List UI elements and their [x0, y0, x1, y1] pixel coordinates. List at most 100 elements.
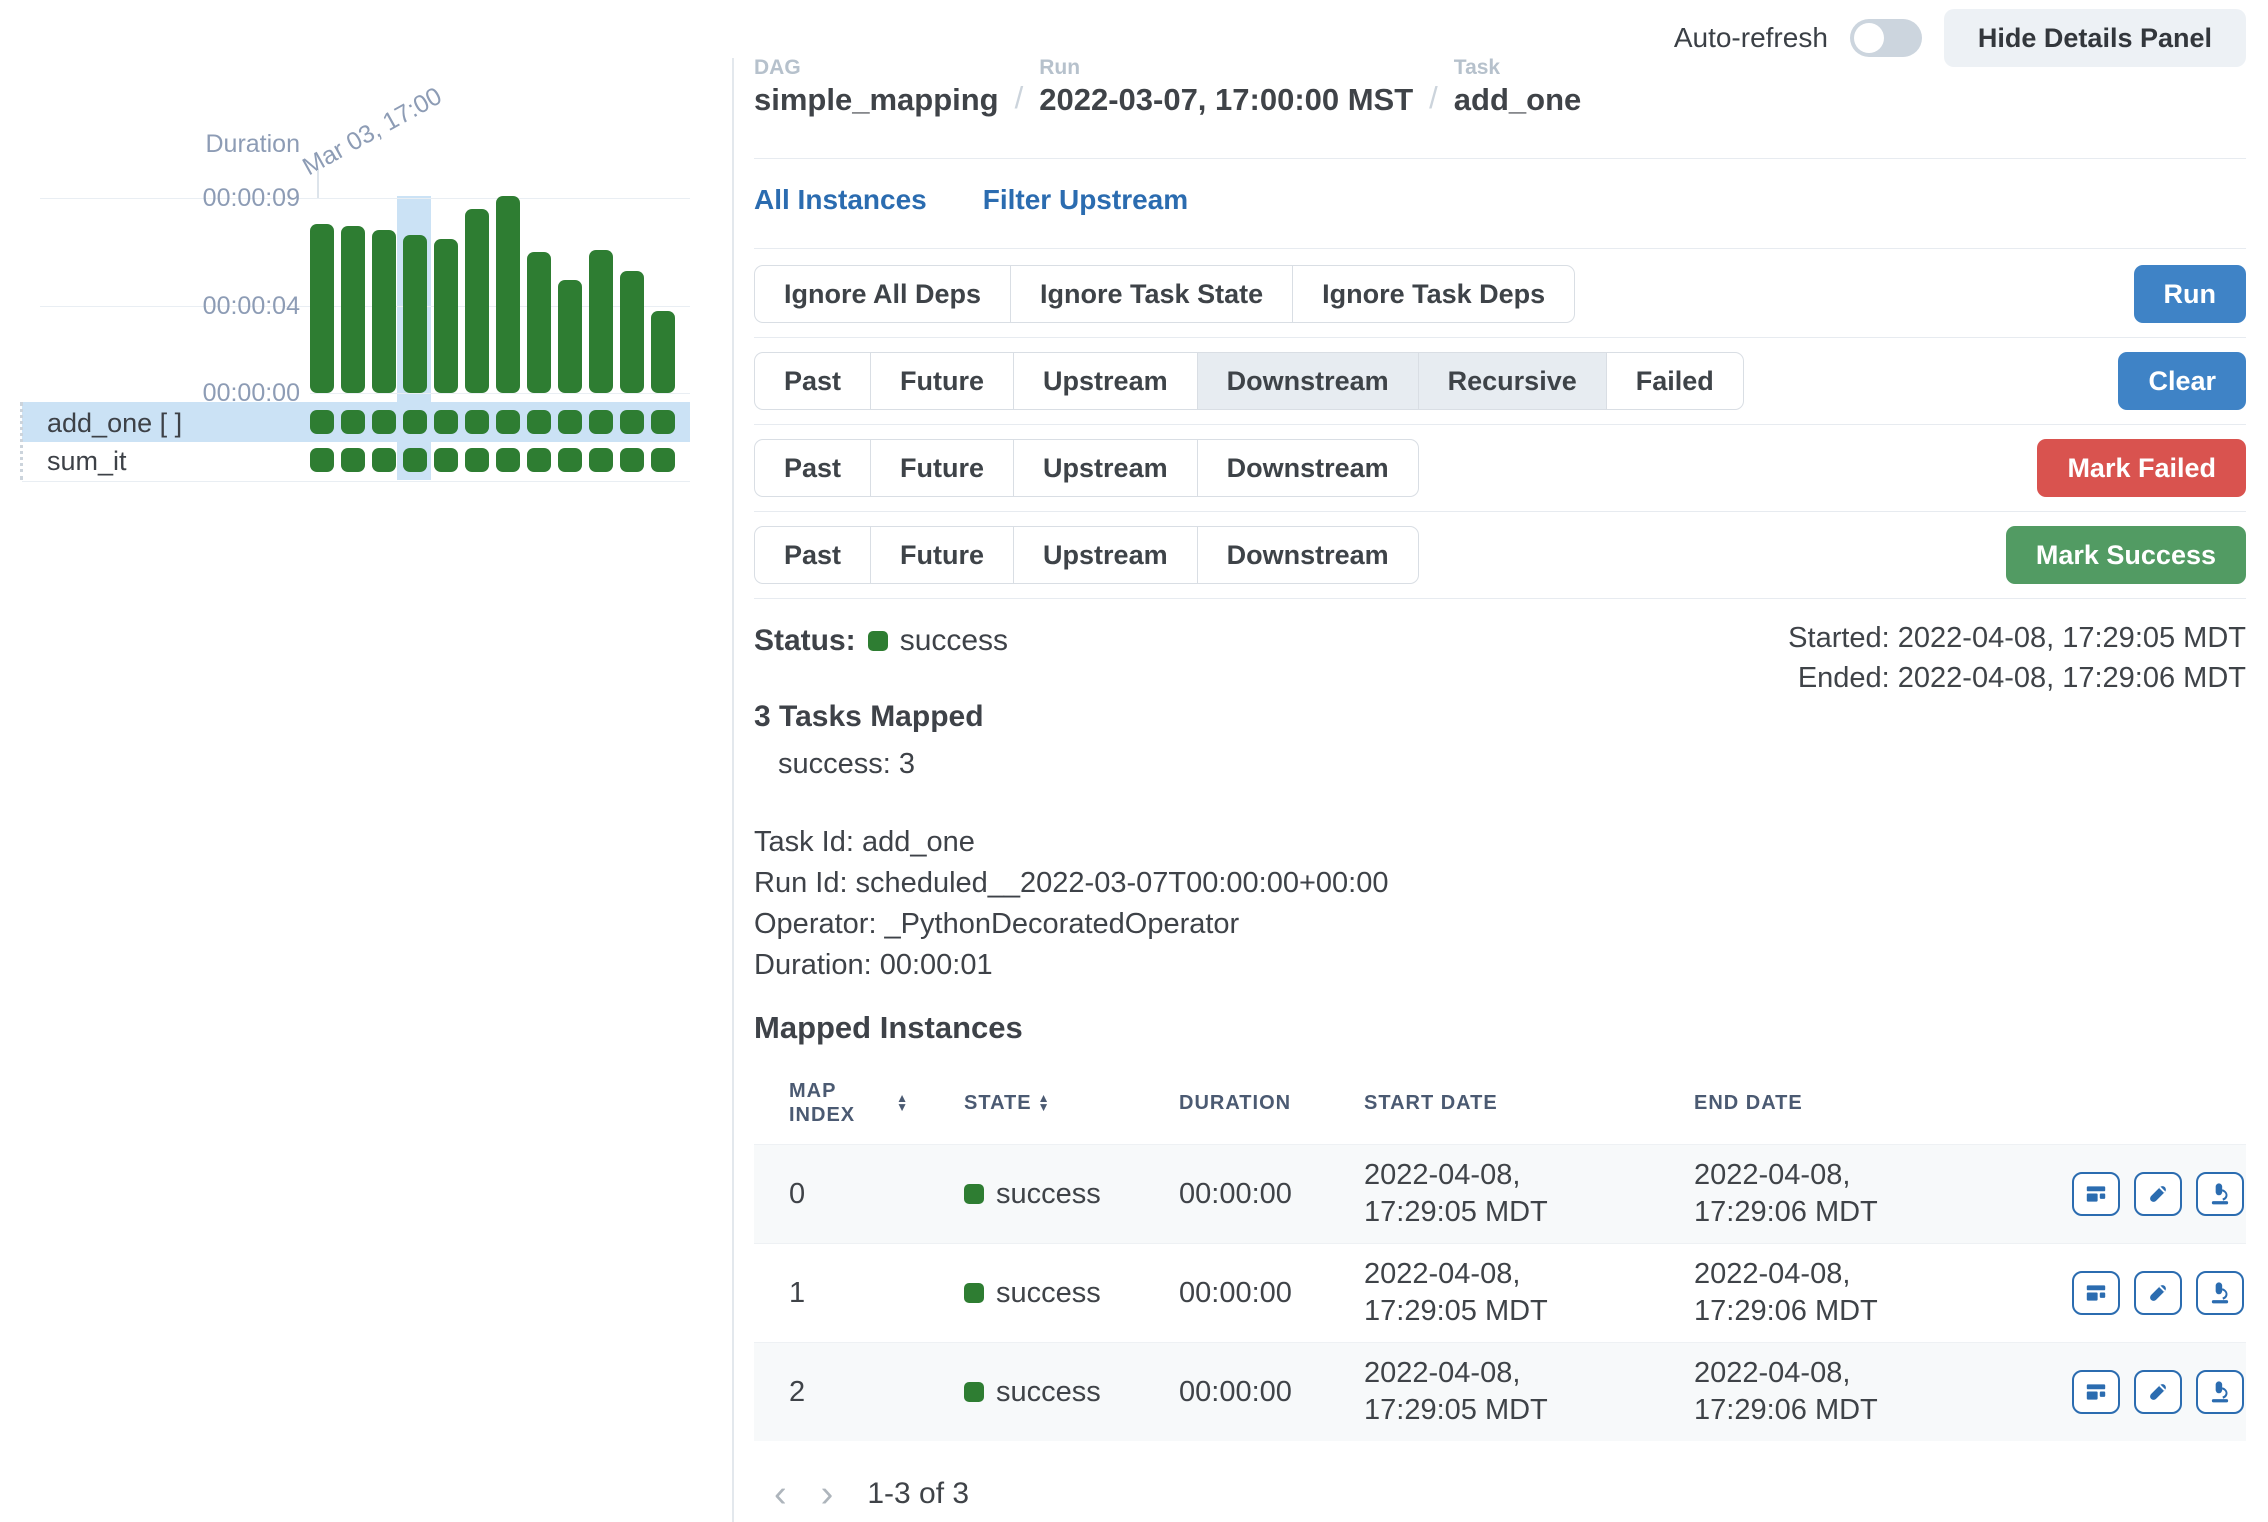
task-instance-sum-it-run-7-success[interactable] — [527, 448, 551, 472]
segment-ignore-task-deps[interactable]: Ignore Task Deps — [1292, 265, 1575, 323]
task-instance-sum-it-run-2-success[interactable] — [372, 448, 396, 472]
task-instance-sum-it-run-4-success[interactable] — [434, 448, 458, 472]
duration-bar-run-10[interactable] — [620, 271, 644, 393]
duration-bar-run-11[interactable] — [651, 311, 675, 393]
duration-bar-run-7[interactable] — [527, 252, 551, 393]
segment-recursive[interactable]: Recursive — [1418, 352, 1606, 410]
table-button[interactable] — [2072, 1172, 2120, 1216]
cell-start-date: 2022-04-08,17:29:05 MDT — [1364, 1355, 1694, 1429]
task-row-label-sum-it[interactable]: sum_it — [47, 446, 127, 477]
clear-button[interactable]: Clear — [2118, 352, 2246, 410]
task-instance-add-one-run-8-success[interactable] — [558, 410, 582, 434]
column-header-map-index[interactable]: Map Index▲▼ — [789, 1079, 909, 1127]
segment-downstream[interactable]: Downstream — [1197, 352, 1418, 410]
task-instance-add-one-run-9-success[interactable] — [589, 410, 613, 434]
duration-bar-run-5[interactable] — [465, 209, 489, 393]
segment-past[interactable]: Past — [754, 439, 870, 497]
task-instance-add-one-run-6-success[interactable] — [496, 410, 520, 434]
sort-icon[interactable]: ▲▼ — [1038, 1094, 1051, 1112]
run-times: Started: 2022-04-08, 17:29:05 MDT Ended:… — [1788, 618, 2246, 698]
cell-state: success — [964, 1374, 1179, 1411]
task-row-label-add-one[interactable]: add_one [ ] — [47, 408, 182, 439]
task-instance-add-one-run-10-success[interactable] — [620, 410, 644, 434]
pagination: ‹ › 1-3 of 3 — [774, 1475, 969, 1513]
duration-bar-run-8[interactable] — [558, 280, 582, 393]
log-button[interactable] — [2134, 1370, 2182, 1414]
task-instance-sum-it-run-10-success[interactable] — [620, 448, 644, 472]
breadcrumb-dag[interactable]: DAG simple_mapping — [754, 56, 999, 118]
segment-upstream[interactable]: Upstream — [1013, 526, 1197, 584]
segment-upstream[interactable]: Upstream — [1013, 352, 1197, 410]
next-page-icon[interactable]: › — [821, 1475, 834, 1513]
log-button[interactable] — [2134, 1172, 2182, 1216]
duration-bar-run-3[interactable] — [403, 235, 427, 393]
task-instance-sum-it-run-1-success[interactable] — [341, 448, 365, 472]
tab-filter-upstream[interactable]: Filter Upstream — [983, 184, 1188, 216]
log-button[interactable] — [2134, 1271, 2182, 1315]
status-section: Status: success Started: 2022-04-08, 17:… — [754, 618, 2246, 698]
microscope-button[interactable] — [2196, 1172, 2244, 1216]
duration-bar-run-1[interactable] — [341, 226, 365, 393]
tasks-mapped-breakdown: success: 3 — [778, 748, 984, 781]
breadcrumb-task[interactable]: Task add_one — [1454, 56, 1581, 118]
tab-all-instances[interactable]: All Instances — [754, 184, 927, 216]
task-instance-add-one-run-5-success[interactable] — [465, 410, 489, 434]
task-instance-sum-it-run-11-success[interactable] — [651, 448, 675, 472]
segment-failed[interactable]: Failed — [1606, 352, 1744, 410]
task-instance-sum-it-run-5-success[interactable] — [465, 448, 489, 472]
segment-future[interactable]: Future — [870, 352, 1013, 410]
task-instance-add-one-run-0-success[interactable] — [310, 410, 334, 434]
segment-past[interactable]: Past — [754, 352, 870, 410]
duration-bar-run-9[interactable] — [589, 250, 613, 393]
duration-bar-run-6[interactable] — [496, 196, 520, 393]
table-button[interactable] — [2072, 1370, 2120, 1414]
mark-success-button[interactable]: Mark Success — [2006, 526, 2246, 584]
run-id-line: Run Id: scheduled__2022-03-07T00:00:00+0… — [754, 863, 1388, 904]
segment-downstream[interactable]: Downstream — [1197, 526, 1419, 584]
table-header-row: Map Index▲▼State▲▼DurationStart DateEnd … — [754, 1062, 2246, 1144]
segment-future[interactable]: Future — [870, 439, 1013, 497]
task-instance-sum-it-run-6-success[interactable] — [496, 448, 520, 472]
microscope-icon — [2207, 1181, 2233, 1207]
column-header-state[interactable]: State▲▼ — [964, 1091, 1084, 1115]
previous-page-icon[interactable]: ‹ — [774, 1475, 787, 1513]
segment-upstream[interactable]: Upstream — [1013, 439, 1197, 497]
task-instance-sum-it-run-8-success[interactable] — [558, 448, 582, 472]
hide-details-panel-button[interactable]: Hide Details Panel — [1944, 9, 2246, 67]
task-instance-add-one-run-7-success[interactable] — [527, 410, 551, 434]
auto-refresh-toggle[interactable] — [1850, 19, 1922, 57]
task-value[interactable]: add_one — [1454, 82, 1581, 118]
task-instance-add-one-run-1-success[interactable] — [341, 410, 365, 434]
cell-state: success — [964, 1275, 1179, 1312]
breadcrumb-run[interactable]: Run 2022-03-07, 17:00:00 MST — [1039, 56, 1413, 118]
clear-action-row: PastFutureUpstreamDownstreamRecursiveFai… — [754, 352, 2246, 410]
segment-future[interactable]: Future — [870, 526, 1013, 584]
run-button[interactable]: Run — [2134, 265, 2246, 323]
sort-icon[interactable]: ▲▼ — [896, 1094, 909, 1112]
duration-bar-run-2[interactable] — [372, 230, 396, 393]
run-value[interactable]: 2022-03-07, 17:00:00 MST — [1039, 82, 1413, 118]
table-button[interactable] — [2072, 1271, 2120, 1315]
microscope-button[interactable] — [2196, 1370, 2244, 1414]
task-instance-sum-it-run-0-success[interactable] — [310, 448, 334, 472]
column-header-start-date: Start Date — [1364, 1091, 1694, 1115]
segment-ignore-task-state[interactable]: Ignore Task State — [1010, 265, 1292, 323]
task-instance-sum-it-run-9-success[interactable] — [589, 448, 613, 472]
segment-ignore-all-deps[interactable]: Ignore All Deps — [754, 265, 1010, 323]
segment-past[interactable]: Past — [754, 526, 870, 584]
task-instance-add-one-run-3-success[interactable] — [403, 410, 427, 434]
duration-bar-run-4[interactable] — [434, 239, 458, 393]
dag-value[interactable]: simple_mapping — [754, 82, 999, 118]
duration-bar-run-0[interactable] — [310, 224, 334, 393]
task-instance-add-one-run-2-success[interactable] — [372, 410, 396, 434]
row-actions — [2072, 1271, 2246, 1315]
status-value: success — [900, 624, 1008, 658]
task-instance-sum-it-run-3-success[interactable] — [403, 448, 427, 472]
ended-time: Ended: 2022-04-08, 17:29:06 MDT — [1788, 658, 2246, 698]
clear-scope-button-group: PastFutureUpstreamDownstreamRecursiveFai… — [754, 352, 1744, 410]
segment-downstream[interactable]: Downstream — [1197, 439, 1419, 497]
microscope-button[interactable] — [2196, 1271, 2244, 1315]
mark-failed-button[interactable]: Mark Failed — [2037, 439, 2246, 497]
task-instance-add-one-run-4-success[interactable] — [434, 410, 458, 434]
task-instance-add-one-run-11-success[interactable] — [651, 410, 675, 434]
